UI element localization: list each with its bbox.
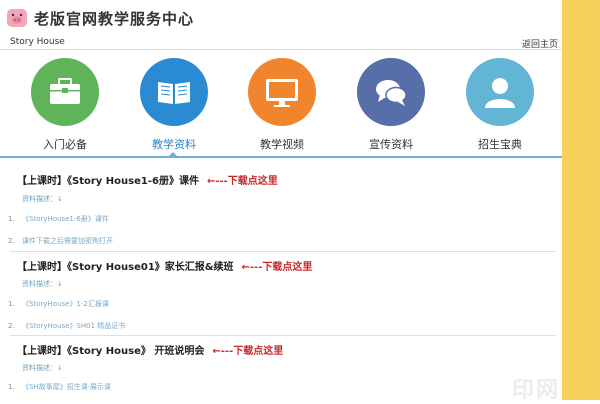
- nav-label: 教学视频: [260, 138, 304, 151]
- list-item[interactable]: 1. 《StoryHouse1-6册》课件: [8, 214, 109, 224]
- nav-item-promo[interactable]: 宣传资料: [336, 58, 446, 152]
- section-title[interactable]: 【上课时】《Story House01》家长汇报&续班 ←---下载点这里: [17, 258, 312, 273]
- breadcrumb[interactable]: Story House: [10, 37, 65, 47]
- chat-bubbles-icon: [376, 80, 407, 106]
- download-link[interactable]: ←---下载点这里: [212, 346, 283, 357]
- section-desc: 资料描述：↓: [22, 195, 63, 203]
- list-item[interactable]: 1. 《StoryHouse》1-2汇报课: [8, 299, 109, 309]
- download-link[interactable]: ←---下载点这里: [242, 262, 313, 273]
- user-icon: [485, 78, 515, 108]
- nav-circle[interactable]: [140, 58, 208, 126]
- list-item[interactable]: 2. 课件下载之后需要加密狗打开: [8, 236, 113, 246]
- download-link[interactable]: ←---下载点这里: [207, 176, 278, 187]
- nav-circle[interactable]: [31, 58, 99, 126]
- header-divider: [0, 49, 562, 50]
- section-divider: [10, 335, 556, 336]
- list-item[interactable]: 2. 《StoryHouse》SH01 精品证书: [8, 321, 125, 331]
- nav-item-videos[interactable]: 教学视频: [227, 58, 337, 152]
- nav-item-enroll[interactable]: 招生宝典: [445, 58, 555, 152]
- nav-item-starter[interactable]: 入门必备: [10, 58, 120, 152]
- nav-label: 宣传资料: [369, 138, 413, 151]
- header: 老版官网教学服务中心: [6, 6, 194, 30]
- briefcase-icon: [50, 78, 80, 104]
- section-title[interactable]: 【上课时】《Story House》 开班说明会 ←---下载点这里: [17, 342, 283, 357]
- main-panel: 老版官网教学服务中心 Story House 返回主页 入门必备 教学资料 教学…: [0, 0, 562, 403]
- nav-label: 入门必备: [43, 138, 87, 151]
- nav-circle[interactable]: [357, 58, 425, 126]
- section-title[interactable]: 【上课时】《Story House1-6册》课件 ←---下载点这里: [17, 172, 278, 187]
- section-desc: 资料描述：↓: [22, 364, 63, 372]
- page-title: 老版官网教学服务中心: [34, 9, 195, 28]
- nav-label: 招生宝典: [478, 138, 522, 151]
- monitor-icon: [266, 79, 298, 107]
- nav-circle[interactable]: [248, 58, 316, 126]
- nav-label: 教学资料: [152, 138, 196, 151]
- section-divider: [10, 251, 556, 252]
- nav-divider: [0, 156, 562, 158]
- nav-item-materials[interactable]: 教学资料: [119, 58, 229, 152]
- book-icon: [158, 82, 190, 104]
- side-decoration: [562, 0, 600, 400]
- pig-logo-icon: [7, 9, 27, 27]
- nav-circle[interactable]: [466, 58, 534, 126]
- section-desc: 资料描述：↓: [22, 280, 63, 288]
- category-nav: 入门必备 教学资料 教学视频 宣传资料 招生宝典: [0, 58, 562, 154]
- list-item[interactable]: 1. 《SH故事屋》招生课·展示课: [8, 382, 111, 392]
- watermark: 印网: [512, 378, 561, 403]
